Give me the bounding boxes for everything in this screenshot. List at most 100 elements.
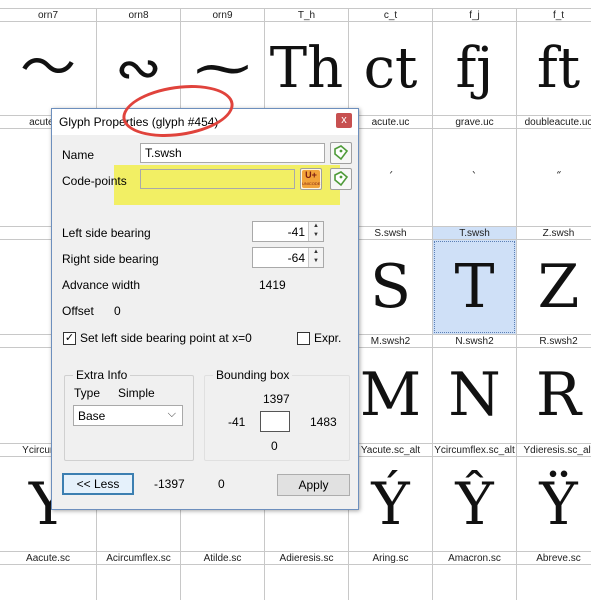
glyph-cell-label: Atilde.sc (181, 551, 264, 565)
glyph-cell[interactable]: grave.uc ` (433, 115, 517, 226)
rsb-spin-arrows[interactable]: ▲ ▼ (308, 248, 323, 267)
glyph-cell[interactable]: M.swsh2 M (349, 334, 433, 443)
footer-value-1: -1397 (154, 477, 185, 491)
glyph-preview: ft (536, 36, 581, 101)
glyph-class-combo[interactable]: Base ⌵ (73, 405, 183, 426)
name-label: Name (62, 148, 95, 162)
glyph-cell-label: R.swsh2 (517, 334, 591, 348)
glyph-cell[interactable]: f_tft (517, 8, 591, 115)
down-arrow-icon: ▼ (313, 258, 319, 264)
glyph-cell-label: Ycircumflex.sc_alt (433, 443, 516, 457)
glyph-cell-label: doubleacute.uc (517, 115, 591, 129)
combo-value: Base (78, 409, 106, 423)
glyph-cell[interactable]: Acircumflex.sc (97, 551, 181, 600)
glyph-cell[interactable]: Atilde.sc (181, 551, 265, 600)
glyph-cell-label: orn8 (97, 8, 180, 22)
glyph-cell-label: Aacute.sc (0, 551, 96, 565)
lsb-spin-arrows[interactable]: ▲ ▼ (308, 222, 323, 241)
extra-info-title: Extra Info (73, 368, 131, 382)
down-arrow-icon: ▼ (313, 232, 319, 238)
glyph-cell[interactable]: Z.swsh Z (517, 226, 591, 334)
glyph-cell[interactable]: T.swsh T (433, 226, 517, 334)
name-field[interactable]: T.swsh (140, 143, 325, 163)
bounding-box-title: Bounding box (213, 368, 293, 382)
glyph-cell[interactable]: orn7 〜 (0, 8, 97, 115)
glyph-cell-label: Yacute.sc_alt (349, 443, 432, 457)
chevron-down-icon: ⌵ (167, 408, 176, 420)
glyph-cell[interactable]: R.swsh2 R (517, 334, 591, 443)
expr-label: Expr. (314, 331, 342, 345)
glyph-cell[interactable]: Amacron.sc (433, 551, 517, 600)
glyph-preview: ct (363, 36, 418, 101)
glyph-cell[interactable]: S.swsh S (349, 226, 433, 334)
offset-value: 0 (114, 304, 121, 318)
glyph-preview: R (535, 360, 582, 430)
glyph-cell[interactable]: doubleacute.uc ˝ (517, 115, 591, 226)
glyph-preview: ˝ (555, 170, 562, 184)
bbox-bottom-value: 0 (271, 439, 278, 453)
glyph-cell-label: S.swsh (349, 226, 432, 240)
glyph-cell-label: orn7 (0, 8, 96, 22)
glyph-preview: ` (471, 170, 478, 184)
glyph-cell[interactable]: Adieresis.sc (265, 551, 349, 600)
glyph-preview: Z (537, 252, 580, 322)
codepoints-label: Code-points (62, 174, 127, 188)
glyph-preview: N (448, 360, 501, 430)
tag-icon (334, 171, 349, 187)
glyph-cell-label: N.swsh2 (433, 334, 516, 348)
type-label: Type (74, 386, 101, 400)
glyph-cell-label: Z.swsh (517, 226, 591, 240)
codepoints-field[interactable] (140, 169, 295, 189)
glyph-cell[interactable]: Aacute.sc (0, 551, 97, 600)
glyph-cell[interactable]: Ycircumflex.sc_alt Ŷ (433, 443, 517, 551)
glyph-cell-label: T.swsh (433, 226, 516, 240)
unicode-button[interactable]: U+ UNICODE (300, 168, 322, 190)
glyph-cell[interactable]: N.swsh2 N (433, 334, 517, 443)
glyph-cell-label: M.swsh2 (349, 334, 432, 348)
glyph-cell-label: f_t (517, 8, 591, 22)
rsb-spinbox[interactable]: -64 ▲ ▼ (252, 247, 324, 268)
glyph-cell-label: T_h (265, 8, 348, 22)
bbox-top-value: 1397 (263, 392, 290, 406)
glyph-cell-label: acute.uc (349, 115, 432, 129)
bbox-left-value: -41 (228, 415, 246, 429)
glyph-cell[interactable]: T_h Th (265, 8, 349, 115)
apply-button[interactable]: Apply (277, 474, 350, 496)
glyph-cell-label: c_t (349, 8, 432, 22)
offset-label: Offset (62, 304, 94, 318)
glyph-cell-label: Aring.sc (349, 551, 432, 565)
glyph-cell-label: Adieresis.sc (265, 551, 348, 565)
expr-checkbox[interactable] (297, 332, 310, 345)
glyph-cell[interactable]: c_tct (349, 8, 433, 115)
glyph-cell-label: orn9 (181, 8, 264, 22)
glyph-cell[interactable]: Aring.sc (349, 551, 433, 600)
bbox-right-value: 1483 (310, 415, 337, 429)
tag-icon (334, 145, 349, 161)
footer-value-2: 0 (218, 477, 225, 491)
glyph-preview: T (433, 240, 516, 334)
glyph-preview: Th (269, 36, 344, 101)
set-lsb-checkbox[interactable]: ✓ (63, 332, 76, 345)
glyph-cell-label: Amacron.sc (433, 551, 516, 565)
glyph-cell-label: Abreve.sc (517, 551, 591, 565)
codepoints-apply-button[interactable] (330, 168, 352, 190)
lsb-spinbox[interactable]: -41 ▲ ▼ (252, 221, 324, 242)
glyph-cell[interactable]: acute.uc ´ (349, 115, 433, 226)
glyph-cell[interactable]: Yacute.sc_alt Ý (349, 443, 433, 551)
glyph-preview: M (359, 360, 422, 430)
glyph-cell[interactable]: Abreve.sc (517, 551, 591, 600)
glyph-preview: fj (455, 36, 494, 101)
up-arrow-icon: ▲ (313, 223, 319, 229)
glyph-cell[interactable]: f_j fj (433, 8, 517, 115)
lsb-label: Left side bearing (62, 226, 151, 240)
rsb-value: -64 (287, 251, 305, 265)
name-apply-button[interactable] (330, 142, 352, 164)
close-button[interactable]: x (336, 113, 352, 128)
set-lsb-label: Set left side bearing point at x=0 (80, 331, 252, 345)
glyph-preview: Ŷ (455, 470, 494, 538)
glyph-preview: ´ (387, 170, 394, 184)
glyph-cell[interactable]: Ydieresis.sc_alt Ÿ (517, 443, 591, 551)
less-button[interactable]: << Less (62, 473, 134, 495)
glyph-preview: Ý (371, 470, 410, 538)
up-arrow-icon: ▲ (313, 249, 319, 255)
